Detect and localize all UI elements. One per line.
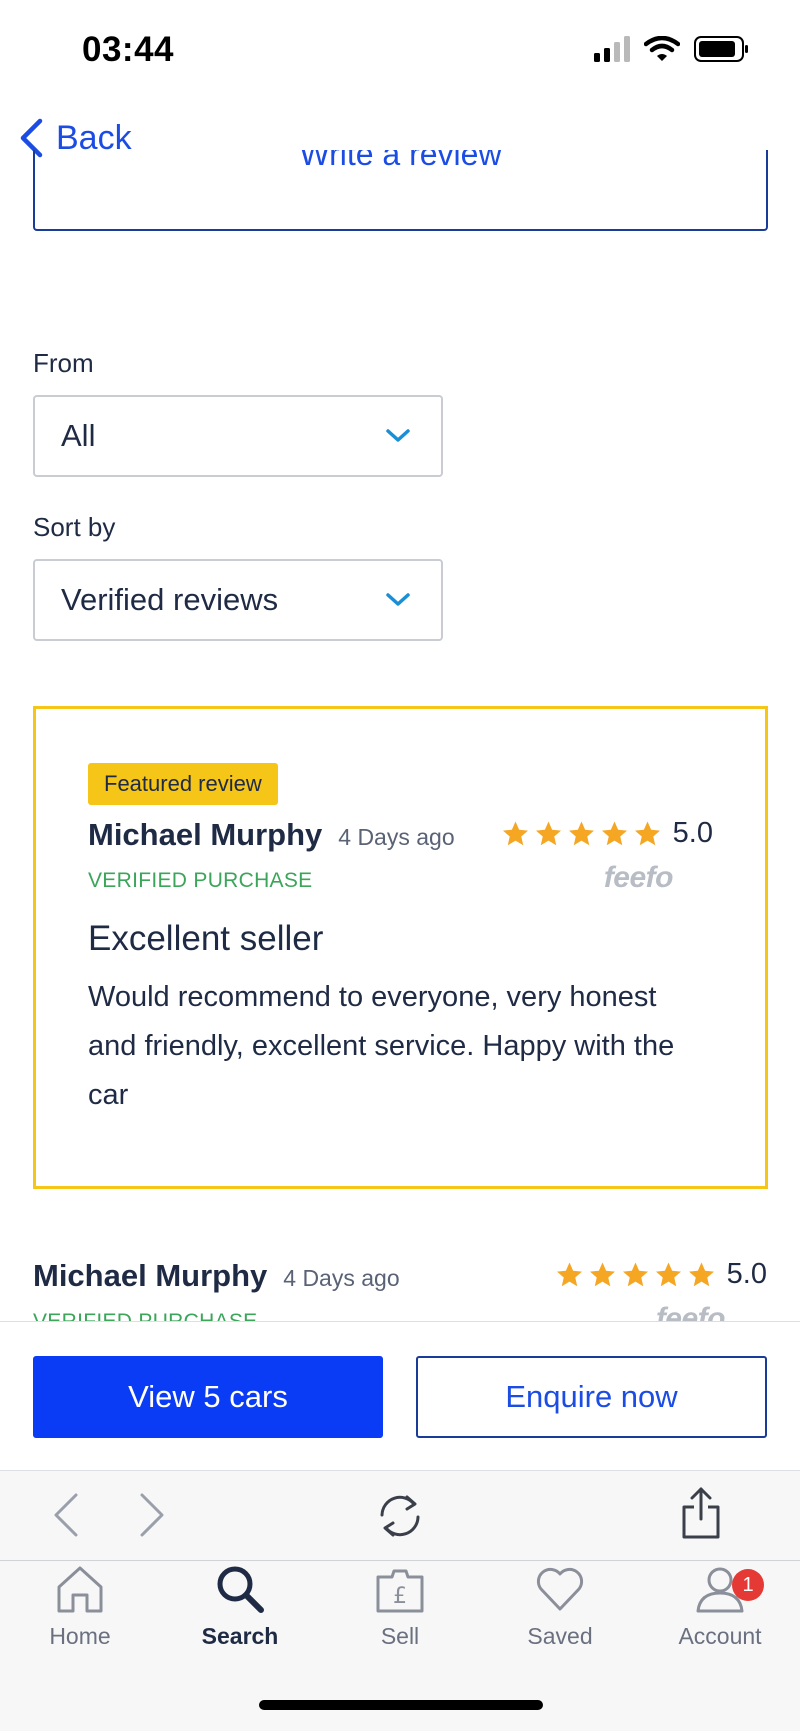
- star-icon: [688, 1262, 714, 1286]
- tab-account[interactable]: 1 Account: [640, 1563, 800, 1650]
- tab-label: Saved: [527, 1623, 593, 1649]
- feefo-logo: feefo: [655, 1302, 726, 1322]
- chevron-down-icon: [386, 429, 410, 442]
- star-icon: [535, 821, 561, 845]
- notification-badge: 1: [732, 1569, 764, 1601]
- sell-tag-icon: £: [376, 1569, 424, 1613]
- star-rating: [554, 1260, 717, 1290]
- status-time: 03:44: [82, 30, 175, 69]
- review-body: Would recommend to everyone, very honest…: [88, 981, 675, 1111]
- enquire-now-button[interactable]: Enquire now: [416, 1356, 767, 1438]
- status-bar: 03:44: [0, 0, 800, 100]
- view-cars-button[interactable]: View 5 cars: [33, 1356, 383, 1438]
- battery-icon: [694, 36, 748, 62]
- review-item: Michael Murphy 4 Days ago 5.0 VERIFIED P…: [0, 1240, 800, 1322]
- search-icon: [217, 1566, 264, 1613]
- browser-forward-icon[interactable]: [136, 1491, 168, 1539]
- tab-label: Account: [678, 1623, 762, 1649]
- reviewer-name: Michael Murphy: [33, 1258, 268, 1293]
- featured-review-card: Featured review Michael Murphy 4 Days ag…: [33, 706, 768, 1189]
- star-icon: [502, 821, 528, 845]
- featured-badge: Featured review: [88, 763, 278, 805]
- rating-value: 5.0: [672, 817, 713, 849]
- from-select[interactable]: All: [33, 395, 443, 477]
- tab-label: Search: [201, 1623, 279, 1649]
- verified-purchase-label: VERIFIED PURCHASE: [88, 869, 313, 892]
- svg-text:£: £: [393, 1584, 407, 1609]
- action-bar: View 5 cars Enquire now: [0, 1321, 800, 1471]
- browser-toolbar: [0, 1471, 800, 1561]
- write-review-button[interactable]: Write a review: [33, 150, 768, 231]
- tab-label: Sell: [380, 1623, 420, 1649]
- star-icon: [556, 1262, 582, 1286]
- tab-label: Home: [49, 1623, 111, 1649]
- star-icon: [634, 821, 660, 845]
- tab-home[interactable]: Home: [0, 1563, 160, 1650]
- review-date: 4 Days ago: [283, 1265, 400, 1291]
- star-rating: [500, 819, 663, 849]
- browser-back-icon[interactable]: [50, 1491, 82, 1539]
- cellular-signal-icon: [594, 36, 630, 62]
- reload-icon[interactable]: [376, 1493, 424, 1539]
- star-icon: [622, 1262, 648, 1286]
- sort-label: Sort by: [33, 512, 116, 542]
- wifi-icon: [644, 36, 680, 61]
- sort-select-value: Verified reviews: [61, 582, 279, 617]
- review-title: Excellent seller: [88, 919, 324, 958]
- write-review-label: Write a review: [299, 150, 502, 172]
- reviewer-name: Michael Murphy: [88, 817, 323, 852]
- share-icon[interactable]: [680, 1485, 722, 1541]
- star-icon: [589, 1262, 615, 1286]
- sort-select[interactable]: Verified reviews: [33, 559, 443, 641]
- star-icon: [568, 821, 594, 845]
- home-indicator: [259, 1700, 543, 1710]
- from-label: From: [33, 348, 94, 378]
- home-icon: [57, 1566, 103, 1613]
- tab-sell[interactable]: £ Sell: [320, 1563, 480, 1650]
- star-icon: [655, 1262, 681, 1286]
- tab-search[interactable]: Search: [160, 1563, 320, 1650]
- heart-icon: [536, 1567, 584, 1611]
- review-date: 4 Days ago: [338, 824, 455, 850]
- feefo-logo: feefo: [603, 861, 674, 894]
- from-select-value: All: [61, 418, 96, 453]
- star-icon: [601, 821, 627, 845]
- rating-value: 5.0: [726, 1258, 767, 1290]
- chevron-down-icon: [386, 593, 410, 606]
- status-icons: [594, 36, 750, 62]
- tab-saved[interactable]: Saved: [480, 1563, 640, 1650]
